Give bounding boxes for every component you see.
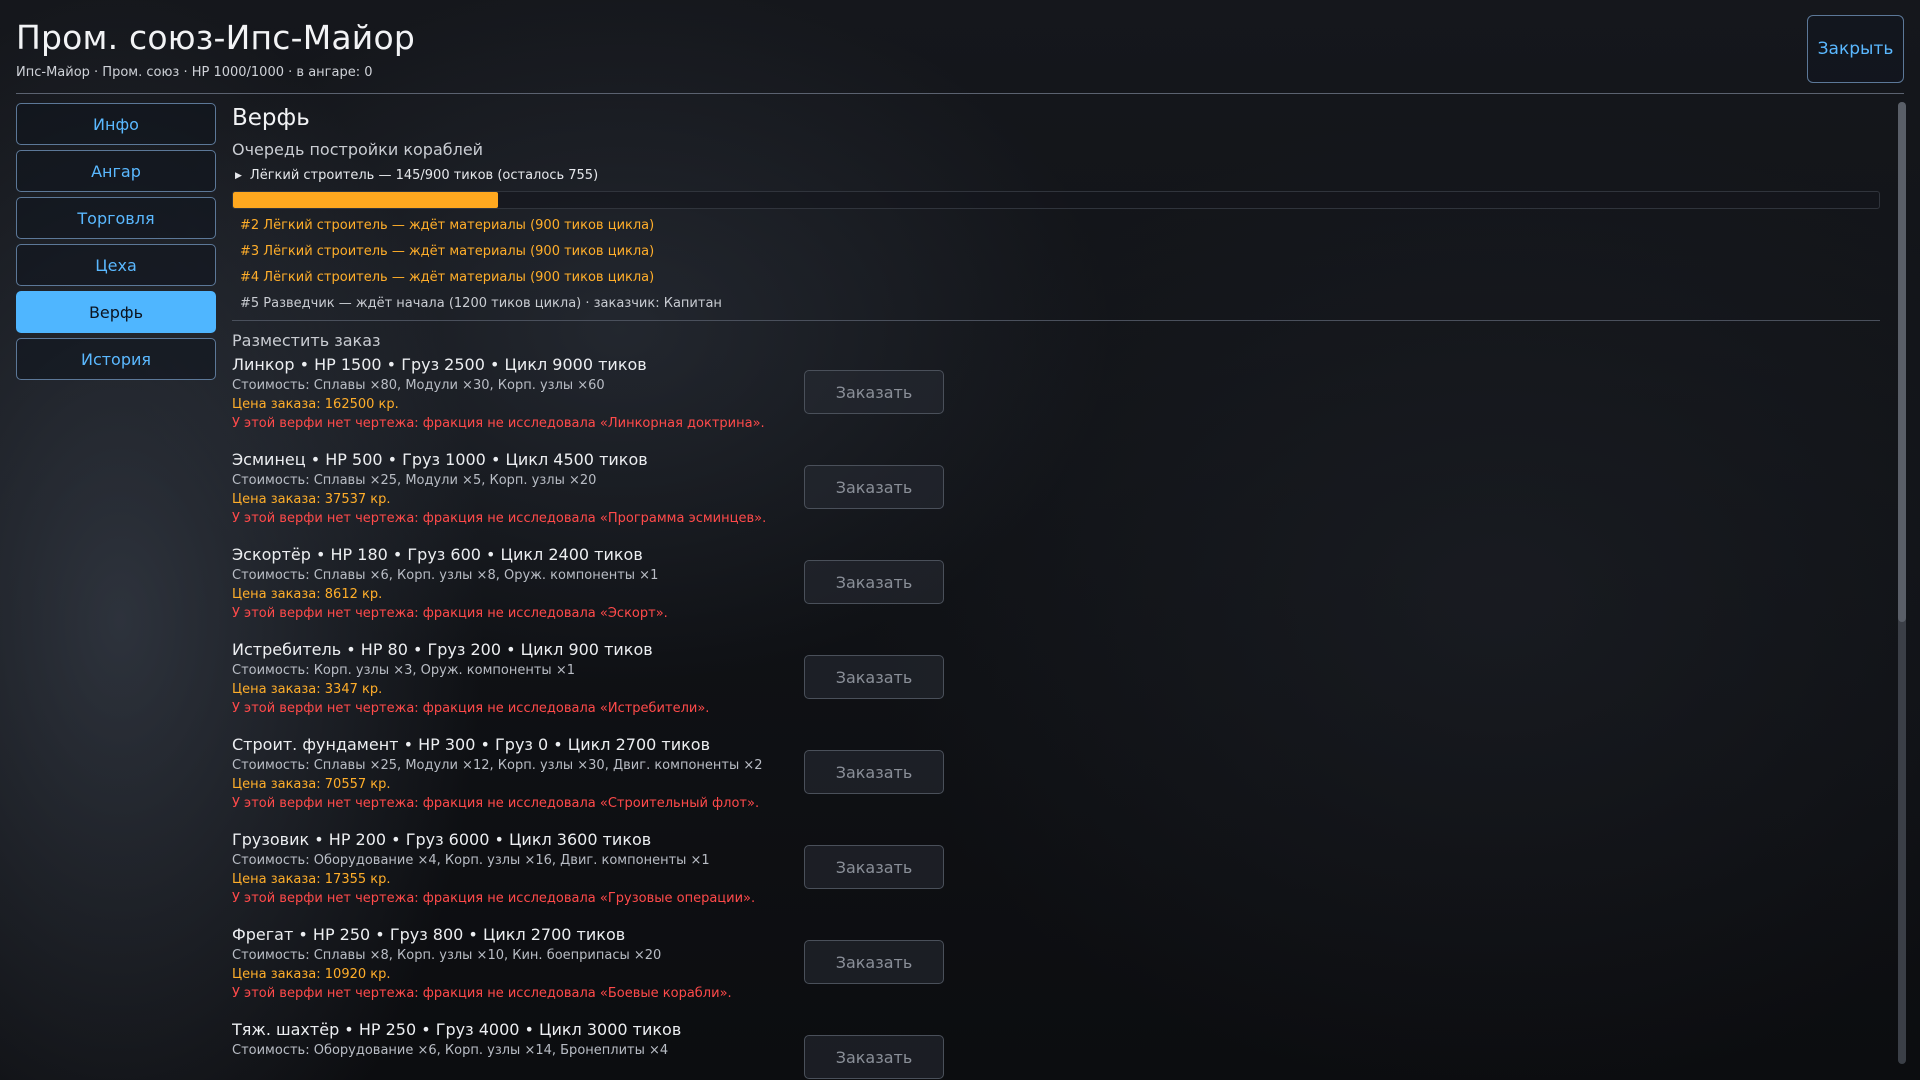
queue-item: #3 Лёгкий строитель — ждёт материалы (90… [240, 244, 655, 259]
sidebar-item-workshops[interactable]: Цеха [16, 244, 216, 286]
ship-cost: Стоимость: Сплавы ×25, Модули ×5, Корп. … [232, 473, 597, 488]
ship-order-item: Эскортёр • HP 180 • Груз 600 • Цикл 2400… [232, 540, 1880, 635]
ship-warning: У этой верфи нет чертежа: фракция не исс… [232, 606, 668, 621]
order-heading: Разместить заказ [232, 331, 381, 350]
scrollbar[interactable] [1898, 102, 1906, 1064]
ship-cost: Стоимость: Сплавы ×25, Модули ×12, Корп.… [232, 758, 763, 773]
ship-order-item: Грузовик • HP 200 • Груз 6000 • Цикл 360… [232, 825, 1880, 920]
ship-price: Цена заказа: 10920 кр. [232, 967, 391, 982]
ship-cost: Стоимость: Сплавы ×80, Модули ×30, Корп.… [232, 378, 605, 393]
queue-heading: Очередь постройки кораблей [232, 140, 484, 159]
ship-order-item: Фрегат • HP 250 • Груз 800 • Цикл 2700 т… [232, 920, 1880, 1015]
build-progress-fill [233, 192, 498, 208]
ship-warning: У этой верфи нет чертежа: фракция не исс… [232, 796, 760, 811]
ship-order-list: Линкор • HP 1500 • Груз 2500 • Цикл 9000… [232, 350, 1880, 1080]
ship-warning: У этой верфи нет чертежа: фракция не исс… [232, 511, 767, 526]
sidebar: Инфо Ангар Торговля Цеха Верфь История [16, 103, 216, 385]
ship-name: Фрегат • HP 250 • Груз 800 • Цикл 2700 т… [232, 925, 626, 944]
ship-warning: У этой верфи нет чертежа: фракция не исс… [232, 416, 765, 431]
ship-order-item: Линкор • HP 1500 • Груз 2500 • Цикл 9000… [232, 350, 1880, 445]
station-subtitle: Ипс-Майор · Пром. союз · HP 1000/1000 · … [16, 65, 373, 80]
ship-price: Цена заказа: 8612 кр. [232, 587, 383, 602]
station-window: Пром. союз-Ипс-Майор Ипс-Майор · Пром. с… [0, 0, 1920, 1080]
ship-name: Эсминец • HP 500 • Груз 1000 • Цикл 4500… [232, 450, 648, 469]
order-button[interactable]: Заказать [804, 655, 944, 699]
ship-price: Цена заказа: 3347 кр. [232, 682, 383, 697]
ship-warning: У этой верфи нет чертежа: фракция не исс… [232, 891, 756, 906]
order-button[interactable]: Заказать [804, 940, 944, 984]
section-divider [232, 320, 1880, 321]
ship-name: Грузовик • HP 200 • Груз 6000 • Цикл 360… [232, 830, 652, 849]
scrollbar-thumb[interactable] [1898, 102, 1906, 622]
ship-order-item: Эсминец • HP 500 • Груз 1000 • Цикл 4500… [232, 445, 1880, 540]
ship-name: Строит. фундамент • HP 300 • Груз 0 • Ци… [232, 735, 710, 754]
close-button[interactable]: Закрыть [1807, 15, 1904, 83]
ship-cost: Стоимость: Сплавы ×6, Корп. узлы ×8, Ору… [232, 568, 659, 583]
current-build-label: Лёгкий строитель — 145/900 тиков (остало… [249, 168, 599, 183]
order-button[interactable]: Заказать [804, 750, 944, 794]
sidebar-item-shipyard[interactable]: Верфь [16, 291, 216, 333]
ship-price: Цена заказа: 17355 кр. [232, 872, 391, 887]
ship-cost: Стоимость: Сплавы ×8, Корп. узлы ×10, Ки… [232, 948, 662, 963]
ship-order-item: Тяж. шахтёр • HP 250 • Груз 4000 • Цикл … [232, 1015, 1880, 1080]
queue-list: #2 Лёгкий строитель — ждёт материалы (90… [232, 213, 1880, 317]
order-button[interactable]: Заказать [804, 560, 944, 604]
ship-price: Цена заказа: 70557 кр. [232, 777, 391, 792]
order-button[interactable]: Заказать [804, 1035, 944, 1079]
sidebar-item-history[interactable]: История [16, 338, 216, 380]
sidebar-item-hangar[interactable]: Ангар [16, 150, 216, 192]
section-title: Верфь [232, 105, 310, 131]
ship-cost: Стоимость: Корп. узлы ×3, Оруж. компонен… [232, 663, 575, 678]
ship-warning: У этой верфи нет чертежа: фракция не исс… [232, 986, 732, 1001]
build-progress-bar [232, 191, 1880, 209]
sidebar-item-trade[interactable]: Торговля [16, 197, 216, 239]
ship-price: Цена заказа: 162500 кр. [232, 397, 399, 412]
page-title: Пром. союз-Ипс-Майор [16, 18, 415, 57]
header-divider [16, 93, 1904, 94]
queue-item: #5 Разведчик — ждёт начала (1200 тиков ц… [240, 296, 722, 311]
ship-name: Эскортёр • HP 180 • Груз 600 • Цикл 2400… [232, 545, 643, 564]
order-button[interactable]: Заказать [804, 370, 944, 414]
ship-cost: Стоимость: Оборудование ×6, Корп. узлы ×… [232, 1043, 669, 1058]
queue-item: #4 Лёгкий строитель — ждёт материалы (90… [240, 270, 655, 285]
order-button[interactable]: Заказать [804, 845, 944, 889]
ship-order-item: Истребитель • HP 80 • Груз 200 • Цикл 90… [232, 635, 1880, 730]
queue-item: #2 Лёгкий строитель — ждёт материалы (90… [240, 218, 655, 233]
ship-price: Цена заказа: 37537 кр. [232, 492, 391, 507]
ship-cost: Стоимость: Оборудование ×4, Корп. узлы ×… [232, 853, 710, 868]
ship-name: Истребитель • HP 80 • Груз 200 • Цикл 90… [232, 640, 653, 659]
ship-name: Линкор • HP 1500 • Груз 2500 • Цикл 9000… [232, 355, 647, 374]
shipyard-panel: Верфь Очередь постройки кораблей ▶ Лёгки… [232, 100, 1880, 1080]
order-button[interactable]: Заказать [804, 465, 944, 509]
sidebar-item-info[interactable]: Инфо [16, 103, 216, 145]
ship-name: Тяж. шахтёр • HP 250 • Груз 4000 • Цикл … [232, 1020, 682, 1039]
ship-order-item: Строит. фундамент • HP 300 • Груз 0 • Ци… [232, 730, 1880, 825]
triangle-right-icon: ▶ [235, 170, 242, 181]
current-build: ▶ Лёгкий строитель — 145/900 тиков (оста… [232, 168, 1880, 183]
ship-warning: У этой верфи нет чертежа: фракция не исс… [232, 701, 710, 716]
